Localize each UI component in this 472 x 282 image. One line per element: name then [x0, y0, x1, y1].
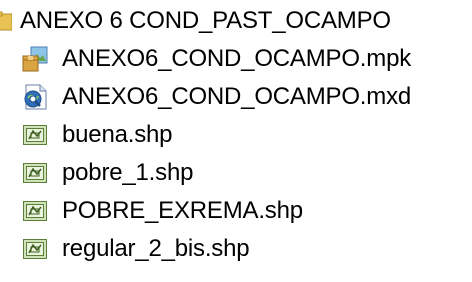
- map-package-icon: [22, 46, 48, 72]
- tree-item-pobre-exrema-shp[interactable]: POBRE_EXREMA.shp: [22, 192, 303, 230]
- item-label: pobre_1.shp: [62, 159, 194, 186]
- tree-item-mxd[interactable]: ANEXO6_COND_OCAMPO.mxd: [22, 78, 411, 116]
- tree-item-buena-shp[interactable]: buena.shp: [22, 116, 173, 154]
- shapefile-icon: [22, 236, 48, 262]
- tree-folder-anexo6[interactable]: ANEXO 6 COND_PAST_OCAMPO: [0, 2, 391, 40]
- item-label: ANEXO6_COND_OCAMPO.mpk: [62, 45, 412, 72]
- shapefile-icon: [22, 122, 48, 148]
- tree-item-mpk[interactable]: ANEXO6_COND_OCAMPO.mpk: [22, 40, 411, 78]
- item-label: POBRE_EXREMA.shp: [62, 197, 303, 224]
- map-document-icon: [22, 84, 48, 110]
- shapefile-icon: [22, 160, 48, 186]
- item-label: ANEXO6_COND_OCAMPO.mxd: [62, 83, 412, 110]
- folder-label: ANEXO 6 COND_PAST_OCAMPO: [20, 7, 391, 34]
- tree-item-regular-shp[interactable]: regular_2_bis.shp: [22, 230, 250, 268]
- item-label: regular_2_bis.shp: [62, 235, 250, 262]
- item-label: buena.shp: [62, 121, 173, 148]
- tree-item-pobre-shp[interactable]: pobre_1.shp: [22, 154, 193, 192]
- folder-icon: [0, 8, 12, 34]
- catalog-tree: ANEXO 6 COND_PAST_OCAMPO ANEXO6_COND_OCA…: [0, 0, 472, 282]
- shapefile-icon: [22, 198, 48, 224]
